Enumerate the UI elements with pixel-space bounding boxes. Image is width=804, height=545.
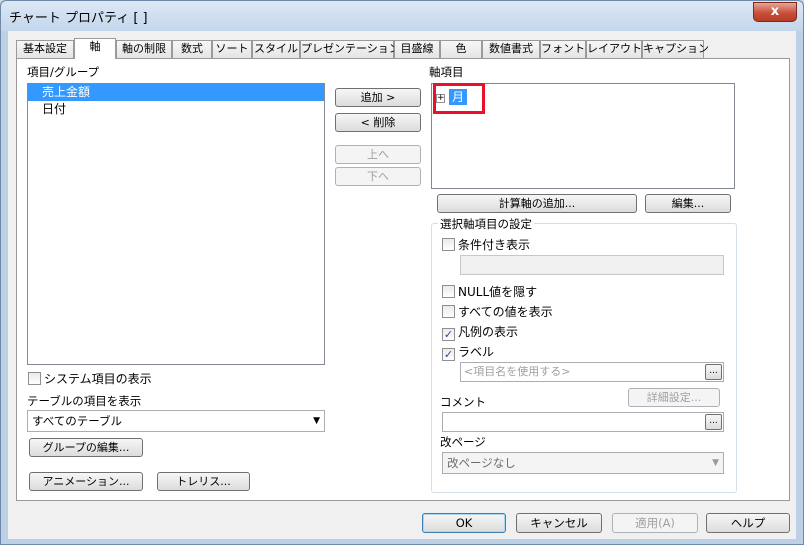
tab-grid[interactable]: 目盛線 (394, 40, 440, 58)
tab-style[interactable]: スタイル (252, 40, 300, 58)
show-table-fields-label: テーブルの項目を表示 (27, 394, 142, 408)
tab-number[interactable]: 数値書式 (482, 40, 540, 58)
tab-presentation[interactable]: プレゼンテーション (300, 40, 400, 58)
fields-listbox[interactable]: 売上金額 日付 (27, 83, 325, 365)
condition-input[interactable] (460, 255, 724, 275)
advanced-button[interactable]: 詳細設定... (628, 388, 720, 407)
checkbox-icon (442, 348, 455, 361)
tab-expressions[interactable]: 数式 (172, 40, 212, 58)
page-break-label: 改ページ (440, 435, 486, 449)
checkbox-icon (442, 285, 455, 298)
dimension-settings-group: 選択軸項目の設定 条件付き表示 NULL値を隠す すべての値を表示 凡例の表示 … (431, 216, 737, 493)
show-in-legend-checkbox[interactable]: 凡例の表示 (442, 323, 518, 341)
show-all-values-checkbox[interactable]: すべての値を表示 (442, 303, 553, 319)
window-title: チャート プロパティ [ ] (9, 11, 148, 26)
items-label: 項目/グループ (27, 65, 100, 79)
list-item[interactable]: 売上金額 (28, 84, 324, 101)
axis-tab-panel: 項目/グループ 売上金額 日付 システム項目の表示 テーブルの項目を表示 すべて… (16, 58, 790, 501)
dialog-client: 基本設定 軸 軸の制限 数式 ソート スタイル プレゼンテーション 目盛線 色 … (8, 31, 796, 539)
help-button[interactable]: ヘルプ (706, 513, 790, 533)
tab-axis[interactable]: 軸 (74, 38, 116, 59)
show-system-fields-checkbox[interactable]: システム項目の表示 (28, 370, 152, 386)
label-input[interactable]: <項目名を使用する> (460, 362, 724, 382)
add-button[interactable]: 追加 > (335, 88, 421, 107)
list-item[interactable]: 日付 (28, 101, 324, 118)
comment-input[interactable] (442, 412, 724, 432)
checkbox-icon (28, 372, 41, 385)
move-down-button[interactable]: 下へ (335, 167, 421, 186)
title-bar[interactable]: チャート プロパティ [ ] x (1, 1, 803, 31)
checkbox-icon (442, 305, 455, 318)
edit-button[interactable]: 編集... (645, 194, 731, 213)
close-button[interactable]: x (753, 2, 797, 22)
dropdown-arrow-icon: ▼ (313, 416, 320, 426)
cancel-button[interactable]: キャンセル (516, 513, 602, 533)
checkbox-icon (442, 238, 455, 251)
comment-ellipsis-button[interactable]: ... (705, 414, 722, 430)
trellis-button[interactable]: トレリス... (157, 472, 250, 491)
comment-label: コメント (440, 395, 486, 409)
tab-layout[interactable]: レイアウト (586, 40, 642, 58)
tab-caption[interactable]: キャプション (642, 40, 709, 58)
tab-colors[interactable]: 色 (440, 40, 482, 58)
ok-button[interactable]: OK (422, 513, 506, 533)
add-calculated-dimension-button[interactable]: 計算軸の追加... (437, 194, 637, 213)
edit-groups-button[interactable]: グループの編集... (29, 438, 143, 457)
move-up-button[interactable]: 上へ (335, 145, 421, 164)
apply-button[interactable]: 適用(A) (612, 513, 698, 533)
conditional-checkbox[interactable]: 条件付き表示 (442, 236, 530, 252)
label-checkbox[interactable]: ラベル (442, 343, 494, 361)
highlight-box (433, 83, 485, 114)
tab-font[interactable]: フォント (540, 40, 586, 58)
table-select[interactable]: すべてのテーブル ▼ (27, 410, 325, 432)
tab-basic[interactable]: 基本設定 (16, 40, 74, 58)
page-break-select[interactable]: 改ページなし ▼ (442, 452, 724, 474)
tab-axis-limits[interactable]: 軸の制限 (116, 40, 172, 58)
checkbox-icon (442, 328, 455, 341)
settings-group-title: 選択軸項目の設定 (438, 216, 534, 232)
dialog-window: チャート プロパティ [ ] x 基本設定 軸 軸の制限 数式 ソート スタイル… (0, 0, 804, 545)
label-ellipsis-button[interactable]: ... (705, 364, 722, 380)
close-icon: x (770, 4, 780, 19)
axis-items-label: 軸項目 (429, 65, 464, 79)
tab-sort[interactable]: ソート (212, 40, 252, 58)
animation-button[interactable]: アニメーション... (29, 472, 143, 491)
remove-button[interactable]: < 削除 (335, 113, 421, 132)
suppress-null-checkbox[interactable]: NULL値を隠す (442, 283, 537, 299)
dropdown-arrow-icon: ▼ (712, 458, 719, 468)
tab-strip: 基本設定 軸 軸の制限 数式 ソート スタイル プレゼンテーション 目盛線 色 … (16, 38, 796, 59)
